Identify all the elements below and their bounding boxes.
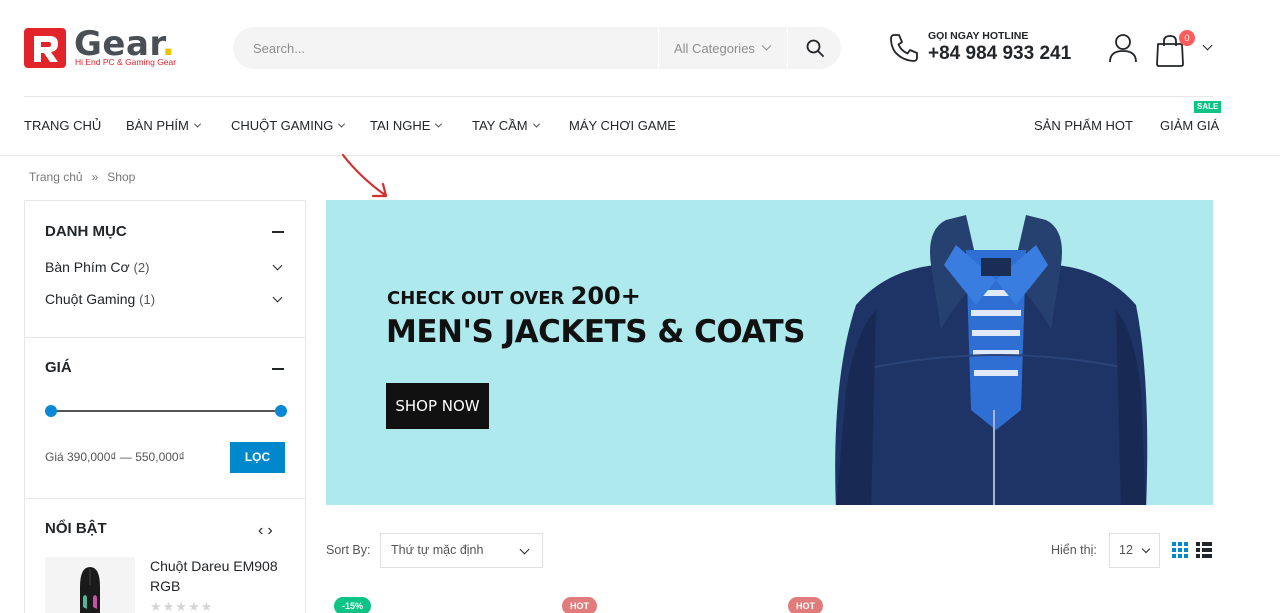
category-name: Bàn Phím Cơ: [45, 259, 130, 275]
filter-button[interactable]: LỌC: [230, 442, 285, 473]
breadcrumb-home[interactable]: Trang chủ: [29, 170, 83, 184]
sidebar-divider: [25, 498, 305, 499]
nav-label: TAY CẦM: [472, 118, 528, 133]
category-count: (1): [139, 292, 156, 307]
nav-item-headsets[interactable]: TAI NGHE: [370, 118, 443, 133]
shop-now-button[interactable]: SHOP NOW: [386, 383, 489, 429]
chevron-down-icon[interactable]: [272, 292, 283, 303]
nav-label: MÁY CHƠI GAME: [569, 118, 676, 133]
chevron-down-icon: [761, 40, 772, 51]
phone-icon: [890, 34, 918, 62]
site-header: Gear. Hi End PC & Gaming Gear All Catego…: [0, 0, 1280, 96]
promo-banner[interactable]: CHECK OUT OVER 200+ MEN'S JACKETS & COAT…: [326, 200, 1213, 505]
sale-badge: SALE: [1194, 101, 1222, 113]
chevron-down-icon[interactable]: [272, 260, 283, 271]
nav-item-keyboards[interactable]: BÀN PHÍM: [126, 118, 201, 133]
chevron-down-icon: [338, 120, 346, 128]
nav-item-controllers[interactable]: TAY CẦM: [472, 118, 540, 133]
per-page-label: Hiển thị:: [1051, 543, 1097, 557]
chevron-down-icon: [1141, 544, 1151, 554]
site-logo[interactable]: Gear. Hi End PC & Gaming Gear: [24, 24, 189, 72]
nav-label: TAI NGHE: [370, 118, 431, 133]
nav-item-consoles[interactable]: MÁY CHƠI GAME: [569, 118, 676, 133]
nav-item-discount[interactable]: GIẢM GIÁ: [1160, 118, 1219, 133]
category-count: (2): [133, 260, 150, 275]
per-page-value: 12: [1119, 543, 1133, 557]
list-view-icon[interactable]: [1196, 542, 1212, 558]
collapse-icon[interactable]: [272, 368, 284, 370]
shop-sidebar: DANH MỤC Bàn Phím Cơ (2) Chuột Gaming (1…: [24, 200, 306, 613]
nav-label: BÀN PHÍM: [126, 118, 189, 133]
breadcrumb-current: Shop: [107, 170, 136, 184]
nav-label: SẢN PHẨM HOT: [1034, 118, 1133, 133]
logo-tagline: Hi End PC & Gaming Gear: [75, 57, 177, 67]
nav-label: TRANG CHỦ: [24, 118, 102, 133]
sort-select-value: Thứ tự mặc định: [391, 543, 484, 557]
grid-view-icon[interactable]: [1172, 542, 1188, 558]
chevron-down-icon[interactable]: [1202, 40, 1213, 51]
featured-widget-title: NỔI BẬT: [45, 520, 107, 537]
category-name: Chuột Gaming: [45, 291, 136, 307]
cart-count-badge: 0: [1179, 30, 1195, 46]
featured-nav-arrows[interactable]: ‹›: [258, 522, 277, 540]
collapse-icon[interactable]: [272, 231, 284, 233]
category-select-label: All Categories: [674, 40, 755, 56]
price-slider-track[interactable]: [51, 410, 281, 412]
price-slider-min-handle[interactable]: [45, 405, 57, 417]
product-thumbnail[interactable]: [45, 557, 135, 613]
category-item[interactable]: Bàn Phím Cơ (2): [45, 259, 149, 275]
search-bar: All Categories: [233, 27, 841, 69]
hotline-number[interactable]: +84 984 933 241: [928, 43, 1071, 65]
featured-product-name[interactable]: Chuột Dareu EM908 RGB: [150, 556, 300, 596]
jacket-image: [835, 215, 1148, 505]
logo-mark-icon: [24, 28, 66, 68]
search-button[interactable]: [788, 27, 841, 69]
chevron-down-icon: [435, 120, 443, 128]
price-range-text: Giá 390,000₫ — 550,000₫: [45, 450, 185, 464]
category-item[interactable]: Chuột Gaming (1): [45, 291, 155, 307]
hotline: GỌI NGAY HOTLINE +84 984 933 241: [888, 30, 1078, 70]
cart-button[interactable]: 0: [1155, 30, 1215, 70]
product-discount-badge: -15%: [334, 597, 372, 613]
nav-item-home[interactable]: TRANG CHỦ: [24, 118, 101, 133]
chevron-down-icon: [519, 544, 530, 555]
sort-label: Sort By:: [326, 543, 371, 557]
price-widget-title[interactable]: GIÁ: [45, 359, 72, 376]
product-hot-badge: HOT: [562, 597, 597, 613]
arrow-annotation-icon: [341, 153, 388, 198]
breadcrumb-separator: »: [91, 170, 99, 184]
category-select[interactable]: All Categories: [659, 27, 787, 69]
main-nav: TRANG CHỦ BÀN PHÍM CHUỘT GAMING TAI NGHE…: [0, 97, 1280, 155]
banner-title: MEN'S JACKETS & COATS: [386, 314, 805, 350]
chevron-down-icon: [193, 120, 201, 128]
nav-divider: [0, 155, 1280, 156]
search-input[interactable]: [233, 27, 658, 69]
hotline-label: GỌI NGAY HOTLINE: [928, 30, 1029, 42]
breadcrumb: Trang chủ » Shop: [29, 170, 135, 184]
nav-label: CHUỘT GAMING: [231, 118, 334, 133]
sidebar-divider: [25, 337, 305, 338]
nav-label: GIẢM GIÁ: [1160, 118, 1220, 133]
nav-item-hot-products[interactable]: SẢN PHẨM HOT: [1034, 118, 1133, 133]
banner-subtitle: CHECK OUT OVER 200+: [387, 282, 641, 310]
chevron-down-icon: [532, 120, 540, 128]
search-icon: [806, 39, 824, 57]
product-hot-badge: HOT: [788, 597, 823, 613]
nav-item-gaming-mice[interactable]: CHUỘT GAMING: [231, 118, 346, 133]
rating-stars: ★★★★★: [150, 599, 214, 613]
user-account-icon[interactable]: [1108, 33, 1138, 63]
price-slider-max-handle[interactable]: [275, 405, 287, 417]
sort-select[interactable]: Thứ tự mặc định: [380, 533, 543, 568]
category-widget-title[interactable]: DANH MỤC: [45, 223, 127, 240]
per-page-select[interactable]: 12: [1109, 533, 1160, 568]
